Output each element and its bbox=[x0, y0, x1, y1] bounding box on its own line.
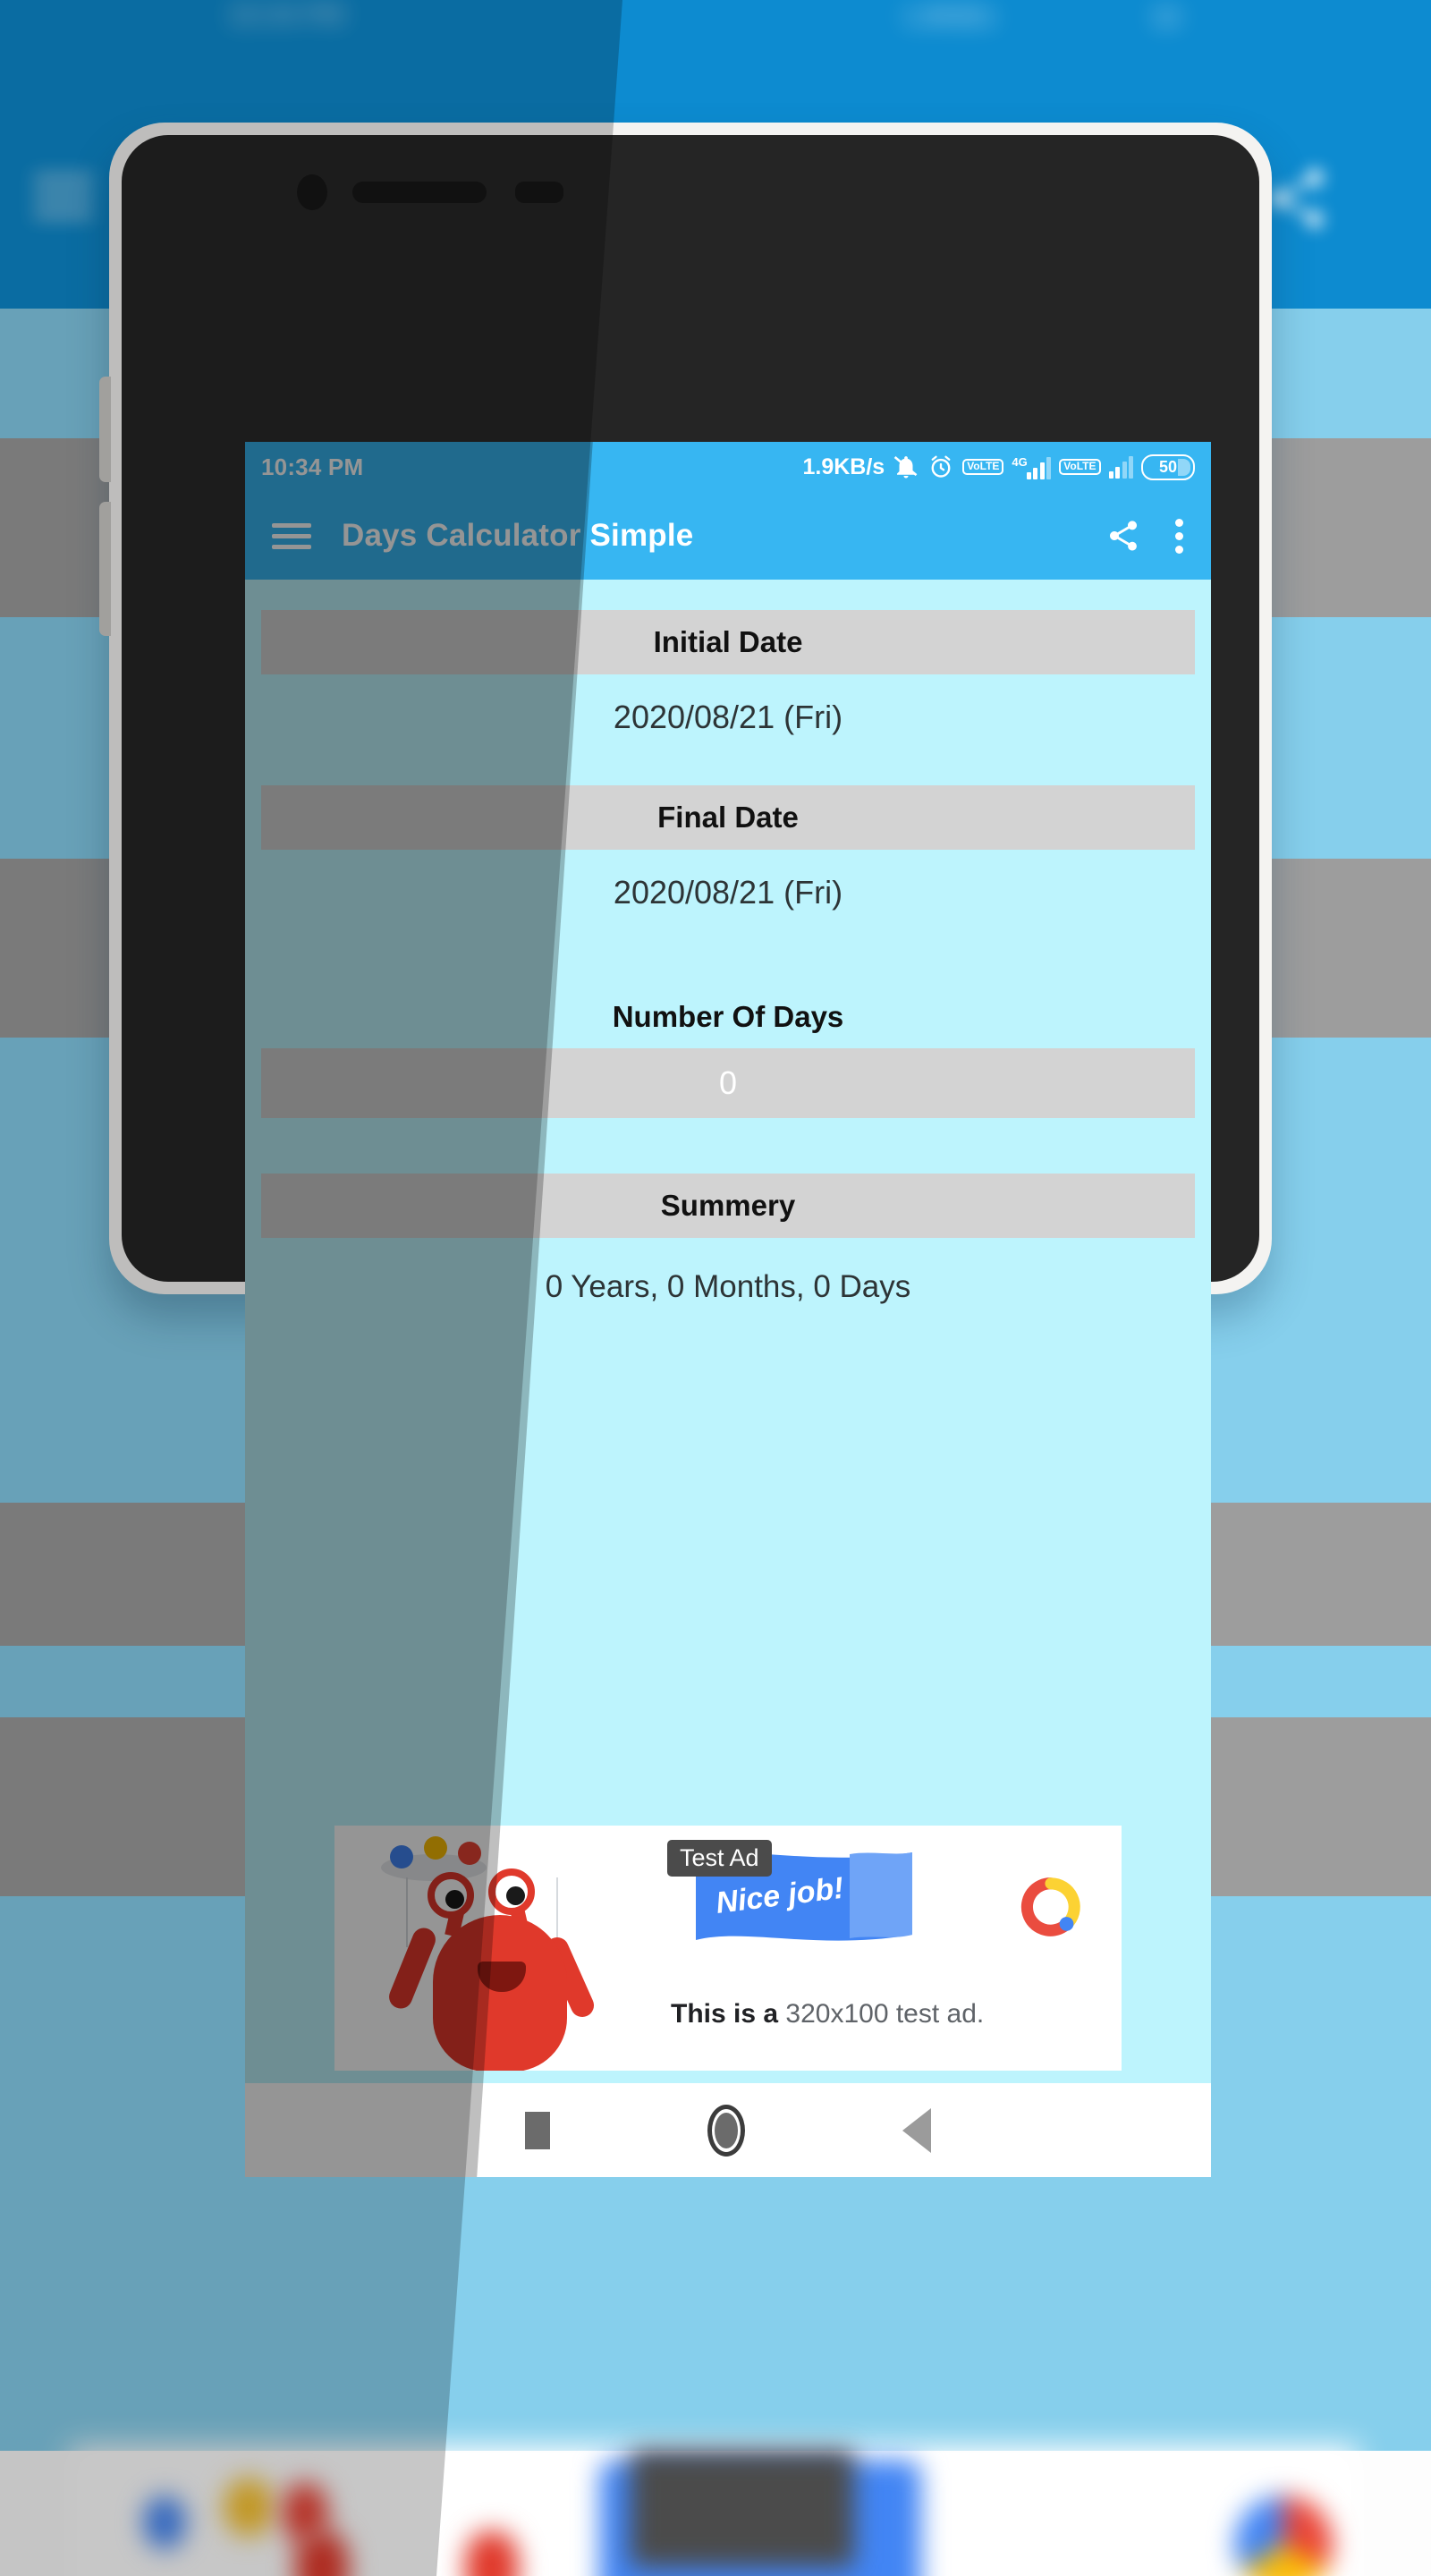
backdrop-ad-monster-2 bbox=[465, 2531, 519, 2576]
back-triangle-icon[interactable] bbox=[902, 2107, 931, 2153]
final-date-label: Final Date bbox=[261, 785, 1195, 850]
volte-vo-text: Vo bbox=[967, 460, 980, 473]
test-ad-badge: Test Ad bbox=[667, 1840, 772, 1877]
status-bar-icons: 1.9KB/s Vo LTE 4G Vo LTE 50 bbox=[802, 453, 1195, 480]
monster-eye-left bbox=[428, 1872, 474, 1919]
volte2-vo-text: Vo bbox=[1063, 460, 1077, 473]
app-title: Days Calculator Simple bbox=[342, 518, 694, 553]
summary-label: Summery bbox=[261, 1174, 1195, 1238]
ad-illustration bbox=[334, 1826, 665, 2071]
phone-screen: 10:34 PM 1.9KB/s Vo LTE 4G Vo LTE 50 Day… bbox=[245, 442, 1211, 2177]
ad-banner[interactable]: Nice job! Test Ad This is a 320x100 test… bbox=[334, 1826, 1122, 2071]
signal-bars-2 bbox=[1108, 455, 1133, 479]
earpiece-speaker bbox=[352, 182, 487, 203]
front-camera bbox=[297, 174, 327, 210]
ufo-dot-blue bbox=[390, 1845, 413, 1868]
alarm-clock-icon bbox=[927, 453, 954, 480]
volte-icon-2: Vo LTE bbox=[1059, 459, 1101, 475]
status-bar-time: 10:34 PM bbox=[261, 453, 364, 480]
phone-body: 10:34 PM 1.9KB/s Vo LTE 4G Vo LTE 50 Day… bbox=[122, 135, 1259, 2177]
signal-4g-icon: 4G bbox=[1012, 454, 1052, 479]
final-date-value[interactable]: 2020/08/21 (Fri) bbox=[261, 850, 1195, 936]
android-nav-bar bbox=[245, 2083, 1211, 2177]
status-bar: 10:34 PM 1.9KB/s Vo LTE 4G Vo LTE 50 bbox=[245, 442, 1211, 492]
volte-lte-text: LTE bbox=[979, 460, 1000, 473]
summary-value: 0 Years, 0 Months, 0 Days bbox=[545, 1269, 911, 1304]
more-vertical-icon[interactable] bbox=[1175, 513, 1184, 559]
backdrop-ad-dot-yellow bbox=[224, 2478, 274, 2537]
ad-body-bold: This is a bbox=[671, 1999, 786, 2029]
network-speed-text: 1.9KB/s bbox=[802, 453, 885, 479]
home-circle-icon[interactable] bbox=[707, 2104, 745, 2157]
main-content: Initial Date 2020/08/21 (Fri) Final Date… bbox=[245, 580, 1211, 2083]
backdrop-ad-dot-blue bbox=[143, 2496, 186, 2549]
phone-mockup: 10:34 PM 1.9KB/s Vo LTE 4G Vo LTE 50 Day… bbox=[99, 123, 1272, 2177]
signal-bars-1 bbox=[1026, 456, 1052, 479]
network-gen-label: 4G bbox=[1012, 454, 1028, 469]
proximity-sensor bbox=[515, 182, 563, 203]
app-toolbar: Days Calculator Simple bbox=[245, 492, 1211, 580]
initial-date-label: Initial Date bbox=[261, 610, 1195, 674]
backdrop-battery-level: 50 bbox=[1154, 4, 1180, 30]
monster-arm-left bbox=[385, 1924, 439, 2012]
volume-button[interactable] bbox=[99, 377, 111, 482]
recents-square-icon[interactable] bbox=[525, 2111, 550, 2149]
initial-date-value[interactable]: 2020/08/21 (Fri) bbox=[261, 674, 1195, 760]
ad-body-text: This is a 320x100 test ad. bbox=[671, 1999, 984, 2029]
backdrop-status-time: 10:34 PM bbox=[228, 0, 345, 30]
ad-banner-wrapper: Nice job! Test Ad This is a 320x100 test… bbox=[245, 1826, 1211, 2071]
ufo-string-left bbox=[406, 1877, 408, 1947]
battery-icon: 50 bbox=[1141, 453, 1195, 480]
volte2-lte-text: LTE bbox=[1076, 460, 1097, 473]
backdrop-status-speed: 1.9KB/s bbox=[903, 2, 995, 30]
toolbar-actions bbox=[1105, 513, 1184, 559]
share-icon[interactable] bbox=[1105, 518, 1141, 554]
power-button[interactable] bbox=[99, 502, 111, 636]
ad-body-rest: 320x100 test ad. bbox=[785, 1999, 985, 2029]
ufo-dot-yellow bbox=[424, 1836, 447, 1860]
hamburger-menu-icon[interactable] bbox=[272, 517, 311, 555]
battery-level-text: 50 bbox=[1158, 457, 1178, 476]
google-ads-icon[interactable] bbox=[1020, 1876, 1082, 1938]
spacer-top bbox=[261, 580, 1195, 610]
ufo-dot-red bbox=[458, 1842, 481, 1865]
volte-icon: Vo LTE bbox=[962, 459, 1004, 475]
number-of-days-label: Number Of Days bbox=[612, 1000, 844, 1033]
number-of-days-value: 0 bbox=[261, 1048, 1195, 1118]
monster-body bbox=[433, 1915, 567, 2071]
mute-bell-icon bbox=[893, 453, 919, 480]
backdrop-hamburger-menu-icon bbox=[34, 175, 93, 229]
monster-eye-right bbox=[488, 1868, 535, 1915]
backdrop-ad-monster bbox=[295, 2531, 349, 2576]
backdrop-ad-badge bbox=[631, 2451, 854, 2567]
